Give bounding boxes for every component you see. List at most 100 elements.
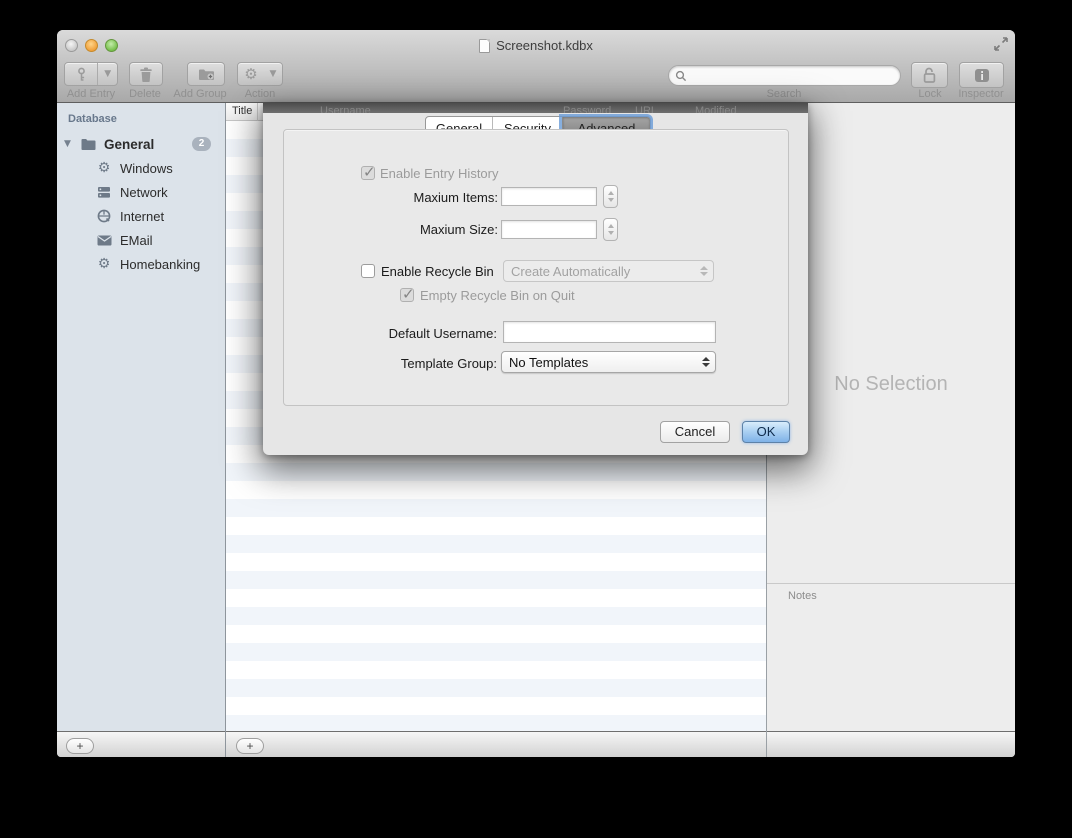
column-header-title[interactable]: Title — [232, 105, 252, 117]
window-title: Screenshot.kdbx — [496, 38, 593, 53]
sheet-top-shadow: Username Password URL Modified — [263, 103, 808, 113]
fullscreen-icon[interactable] — [994, 37, 1008, 51]
maxium-items-stepper[interactable] — [603, 185, 618, 208]
table-row — [226, 463, 766, 481]
gear-icon: ⚙ — [96, 160, 112, 176]
globe-icon — [96, 208, 112, 224]
notes-label: Notes — [788, 590, 817, 602]
sidebar-item-label: Internet — [120, 209, 164, 224]
inspector-button[interactable] — [959, 62, 1004, 88]
empty-recycle-bin-checkbox[interactable] — [400, 288, 414, 302]
sidebar-item-label: EMail — [120, 233, 153, 248]
template-group-label: Template Group: — [347, 356, 497, 371]
sidebar-item-label: Homebanking — [120, 257, 200, 272]
enable-entry-history-checkbox[interactable] — [361, 166, 375, 180]
search-label: Search — [767, 88, 802, 100]
table-row — [226, 661, 766, 679]
table-row — [226, 535, 766, 553]
table-row — [226, 607, 766, 625]
table-row — [226, 643, 766, 661]
sidebar-splitter[interactable] — [225, 103, 226, 757]
sidebar: Database ▼ General 2 ⚙ Windows Network — [57, 103, 225, 731]
sidebar-item-label: Network — [120, 185, 168, 200]
default-username-field[interactable] — [503, 321, 716, 343]
sidebar-item-windows[interactable]: ⚙ Windows — [57, 158, 225, 178]
envelope-icon — [96, 232, 112, 248]
action-label: Action — [245, 88, 276, 100]
inspector-label: Inspector — [958, 88, 1003, 100]
enable-entry-history-label: Enable Entry History — [380, 166, 499, 181]
maxium-size-stepper[interactable] — [603, 218, 618, 241]
add-entry-plus-button[interactable]: + — [236, 738, 264, 754]
lock-label: Lock — [918, 88, 941, 100]
sidebar-item-homebanking[interactable]: ⚙ Homebanking — [57, 254, 225, 274]
maxium-size-field[interactable] — [501, 220, 597, 239]
window-title-wrap: Screenshot.kdbx — [57, 38, 1015, 53]
column-divider[interactable] — [257, 103, 258, 121]
add-group-button[interactable] — [187, 62, 225, 86]
search-icon — [675, 70, 687, 82]
cancel-button[interactable]: Cancel — [660, 421, 730, 443]
column-header-username: Username — [320, 105, 371, 113]
enable-recycle-bin-checkbox[interactable] — [361, 264, 375, 278]
action-button[interactable]: ⚙ ▼ — [237, 62, 283, 86]
sidebar-header: Database — [68, 113, 117, 125]
template-group-value: No Templates — [509, 355, 588, 370]
column-header-password: Password — [563, 105, 611, 113]
maxium-items-field[interactable] — [501, 187, 597, 206]
group-settings-sheet: Username Password URL Modified General S… — [263, 103, 808, 455]
sidebar-item-internet[interactable]: Internet — [57, 206, 225, 226]
chevron-down-icon[interactable]: ▼ — [264, 63, 282, 85]
lock-button[interactable] — [911, 62, 948, 88]
delete-button[interactable] — [129, 62, 163, 86]
add-group-plus-button[interactable]: + — [66, 738, 94, 754]
table-row — [226, 499, 766, 517]
search-input[interactable] — [691, 68, 900, 84]
open-padlock-icon — [922, 67, 937, 84]
add-group-label: Add Group — [173, 88, 226, 100]
sidebar-item-email[interactable]: EMail — [57, 230, 225, 250]
recycle-mode-popup[interactable]: Create Automatically — [503, 260, 714, 282]
window-header: Screenshot.kdbx ▼ — [57, 30, 1015, 103]
table-row — [226, 481, 766, 499]
document-icon — [479, 39, 490, 53]
info-icon — [974, 68, 990, 83]
delete-label: Delete — [129, 88, 161, 100]
add-entry-button[interactable]: ▼ — [64, 62, 118, 86]
folder-icon — [80, 136, 96, 152]
column-header-modified: Modified — [695, 105, 737, 113]
table-row — [226, 697, 766, 715]
maxium-items-label: Maxium Items: — [364, 190, 498, 205]
disclosure-triangle-icon[interactable]: ▼ — [64, 139, 71, 149]
sidebar-item-network[interactable]: Network — [57, 182, 225, 202]
bottom-bar: + + — [57, 731, 1015, 757]
folder-plus-icon — [198, 67, 215, 81]
chevron-down-icon[interactable]: ▼ — [98, 63, 117, 85]
gear-icon: ⚙ — [238, 63, 264, 85]
table-row — [226, 715, 766, 731]
table-row — [226, 625, 766, 643]
popup-arrows-icon — [702, 355, 710, 369]
settings-group-box: Enable Entry History Maxium Items: Maxiu… — [283, 129, 789, 406]
column-header-url: URL — [635, 105, 657, 113]
table-row — [226, 571, 766, 589]
ok-button[interactable]: OK — [742, 421, 790, 443]
trash-icon — [139, 67, 153, 82]
count-badge: 2 — [192, 137, 211, 151]
add-entry-label: Add Entry — [67, 88, 115, 100]
gear-icon: ⚙ — [96, 256, 112, 272]
notes-divider — [767, 583, 1015, 584]
maxium-size-label: Maxium Size: — [364, 222, 498, 237]
empty-recycle-bin-label: Empty Recycle Bin on Quit — [420, 288, 575, 303]
default-username-label: Default Username: — [347, 326, 497, 341]
table-row — [226, 517, 766, 535]
enable-recycle-bin-label: Enable Recycle Bin — [381, 264, 494, 279]
server-icon — [96, 184, 112, 200]
table-row — [226, 553, 766, 571]
desktop-background: Screenshot.kdbx ▼ — [0, 0, 1072, 838]
sidebar-item-label: Windows — [120, 161, 173, 176]
sidebar-item-general[interactable]: ▼ General 2 — [57, 134, 225, 154]
search-field[interactable] — [668, 65, 901, 86]
template-group-popup[interactable]: No Templates — [501, 351, 716, 373]
table-row — [226, 589, 766, 607]
